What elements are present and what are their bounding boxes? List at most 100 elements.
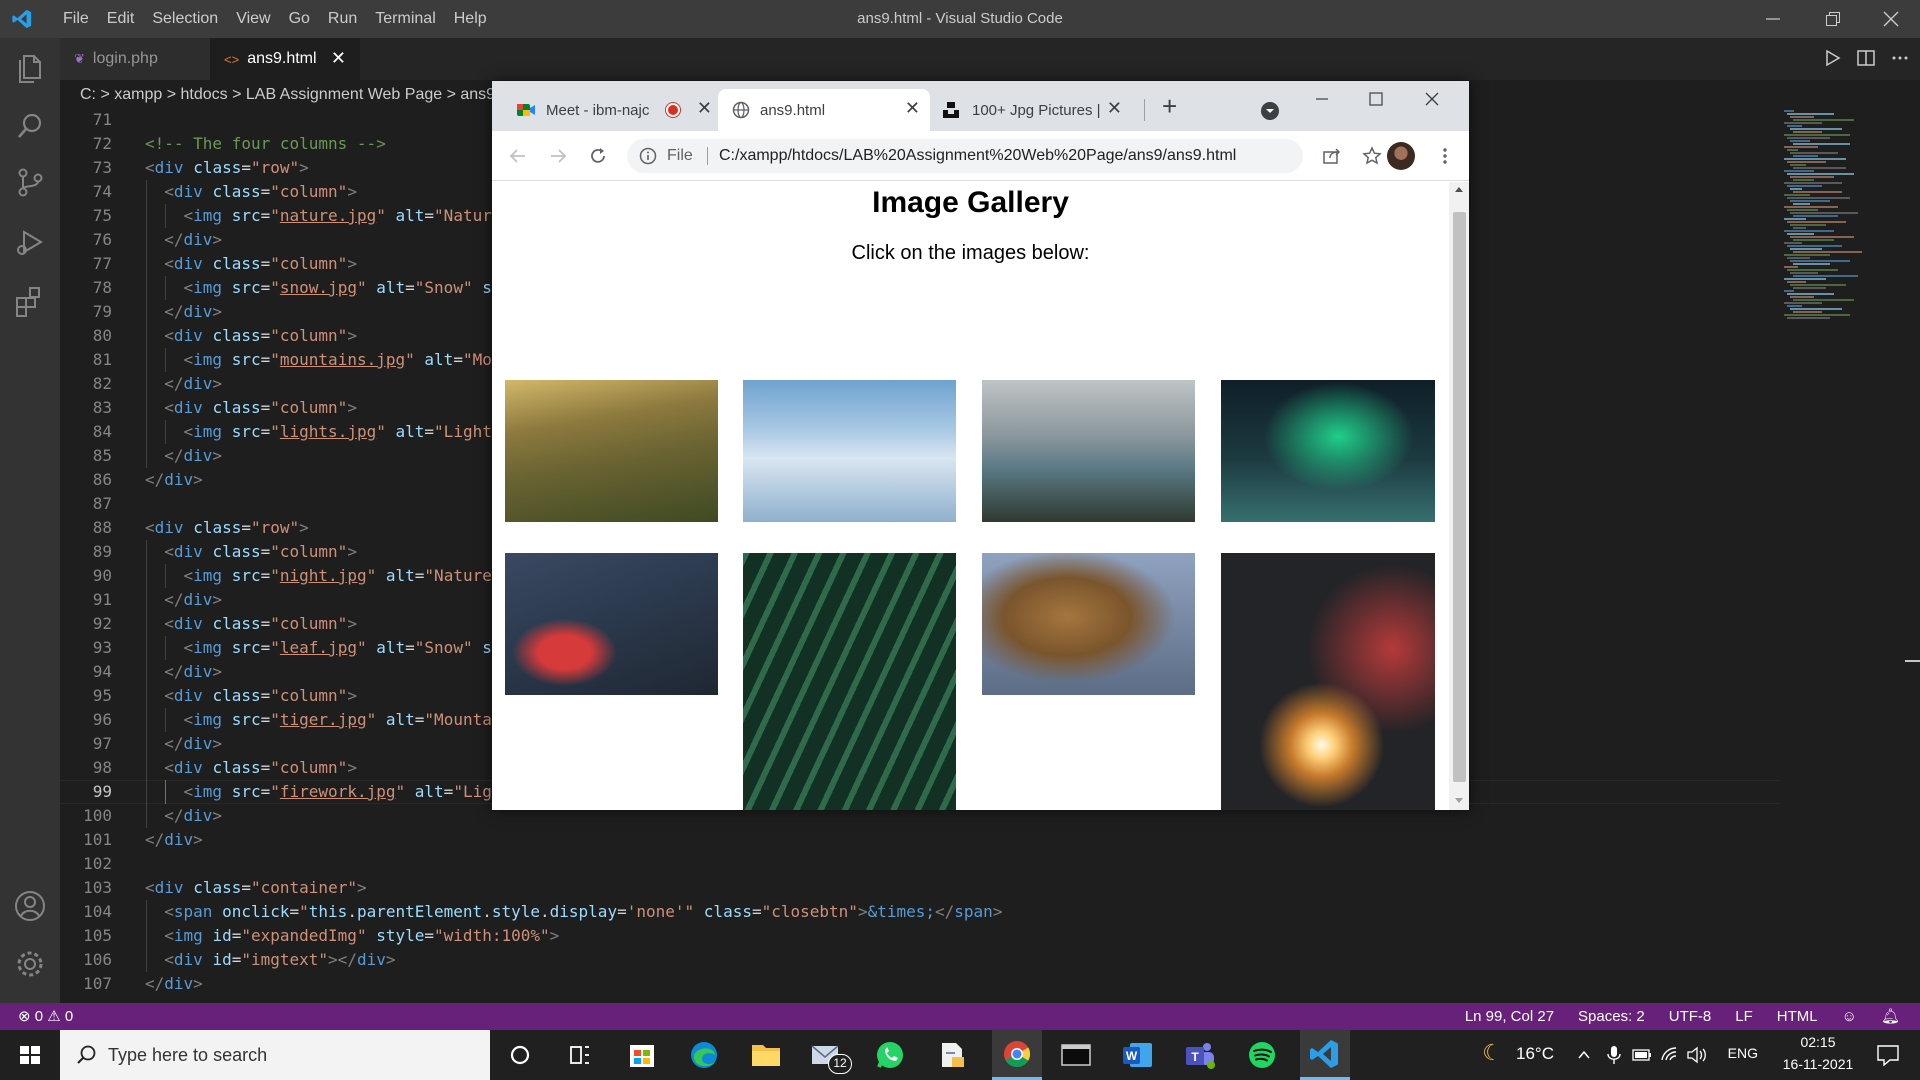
- code-line[interactable]: 104 <span onclick="this.parentElement.sty…: [60, 900, 1780, 924]
- clock-time[interactable]: 02:15: [1778, 1034, 1858, 1050]
- indentation[interactable]: Spaces: 2: [1578, 1003, 1645, 1030]
- teams-icon[interactable]: T: [1180, 1030, 1220, 1080]
- chrome-menu-icon[interactable]: [1435, 146, 1455, 166]
- weather-moon-icon[interactable]: ☾: [1482, 1040, 1502, 1066]
- spotify-icon[interactable]: [1242, 1030, 1282, 1080]
- windows-start-icon[interactable]: [0, 1030, 60, 1080]
- clock-date[interactable]: 16-11-2021: [1778, 1056, 1858, 1072]
- menu-go[interactable]: Go: [280, 0, 319, 38]
- edge-icon[interactable]: [684, 1030, 724, 1080]
- menu-help[interactable]: Help: [445, 0, 496, 38]
- code-line[interactable]: 107 </div>: [60, 972, 1780, 996]
- chrome-close-icon[interactable]: [1424, 91, 1440, 107]
- address-bar[interactable]: File C:/xampp/htdocs/LAB%20Assignment%20…: [627, 139, 1303, 173]
- file-app-icon[interactable]: [932, 1030, 972, 1080]
- temperature[interactable]: 16°C: [1516, 1044, 1554, 1064]
- chrome-minimize-icon[interactable]: [1314, 91, 1330, 107]
- menu-file[interactable]: File: [54, 0, 98, 38]
- scroll-up-icon[interactable]: [1449, 182, 1469, 196]
- notification-center-icon[interactable]: [1876, 1044, 1900, 1066]
- menu-selection[interactable]: Selection: [143, 0, 227, 38]
- gallery-image-firework[interactable]: [1221, 553, 1435, 810]
- code-line[interactable]: 103 <div class="container">: [60, 876, 1780, 900]
- wifi-icon[interactable]: [1660, 1046, 1680, 1064]
- volume-icon[interactable]: [1686, 1046, 1708, 1064]
- gallery-image-lights[interactable]: [1221, 380, 1435, 522]
- scrollbar-thumb[interactable]: [1453, 212, 1466, 782]
- terminal-icon[interactable]: [1056, 1030, 1096, 1080]
- menu-terminal[interactable]: Terminal: [366, 0, 444, 38]
- gallery-image-tiger[interactable]: [982, 553, 1195, 695]
- tab-search-icon[interactable]: [1260, 101, 1280, 121]
- tab-ans9-html[interactable]: <> ans9.html ✕: [210, 38, 360, 80]
- encoding[interactable]: UTF-8: [1669, 1003, 1712, 1030]
- gallery-image-leaf[interactable]: [743, 553, 956, 810]
- cursor-position[interactable]: Ln 99, Col 27: [1465, 1003, 1554, 1030]
- menu-edit[interactable]: Edit: [98, 0, 144, 38]
- gallery-image-night[interactable]: [505, 553, 718, 695]
- chrome-tab-meet[interactable]: Meet - ibm-najc ✕: [500, 89, 722, 131]
- settings-gear-icon[interactable]: [12, 946, 48, 982]
- taskbar-search-box[interactable]: Type here to search: [60, 1030, 490, 1080]
- word-icon[interactable]: W: [1118, 1030, 1158, 1080]
- page-scrollbar[interactable]: [1449, 182, 1469, 810]
- code-line[interactable]: 102: [60, 852, 1780, 876]
- gallery-image-nature[interactable]: [505, 380, 718, 522]
- bookmark-star-icon[interactable]: [1362, 146, 1382, 166]
- profile-avatar[interactable]: [1387, 142, 1415, 170]
- run-icon[interactable]: [1822, 48, 1842, 68]
- problems-indicator[interactable]: ⊗ 0 ⚠ 0: [18, 1003, 73, 1030]
- whatsapp-icon[interactable]: [870, 1030, 910, 1080]
- chrome-tab-close-icon[interactable]: ✕: [697, 98, 712, 119]
- reload-icon[interactable]: [588, 146, 608, 166]
- forward-arrow-icon[interactable]: [548, 146, 568, 166]
- gallery-image-snow[interactable]: [743, 380, 956, 522]
- tab-close-icon[interactable]: ✕: [331, 48, 346, 69]
- new-tab-plus-icon[interactable]: +: [1162, 91, 1177, 122]
- notifications-bell-icon[interactable]: 🔔︎: [1881, 1003, 1900, 1030]
- cortana-icon[interactable]: [500, 1030, 540, 1080]
- gallery-image-mountains[interactable]: [982, 380, 1195, 522]
- extensions-icon[interactable]: [12, 283, 48, 319]
- code-line[interactable]: 106 <div id="imgtext"></div>: [60, 948, 1780, 972]
- explorer-icon[interactable]: [12, 50, 48, 86]
- more-actions-icon[interactable]: [1890, 48, 1910, 68]
- mail-app[interactable]: 12: [806, 1030, 854, 1080]
- tab-login-php[interactable]: ❦ login.php: [60, 38, 210, 80]
- chrome-taskbar-app[interactable]: [992, 1030, 1042, 1080]
- restore-button[interactable]: [1810, 0, 1858, 38]
- chrome-tab-unsplash[interactable]: 100+ Jpg Pictures | [ ✕: [932, 89, 1132, 131]
- menu-run[interactable]: Run: [319, 0, 366, 38]
- minimap[interactable]: [1780, 110, 1905, 1003]
- language-mode[interactable]: HTML: [1777, 1003, 1818, 1030]
- code-line[interactable]: 105 <img id="expandedImg" style="width:10…: [60, 924, 1780, 948]
- search-icon[interactable]: [12, 108, 48, 144]
- scroll-down-icon[interactable]: [1449, 794, 1469, 808]
- accounts-icon[interactable]: [12, 888, 48, 924]
- microsoft-store-icon[interactable]: [622, 1030, 662, 1080]
- battery-icon[interactable]: [1632, 1048, 1652, 1062]
- source-control-icon[interactable]: [12, 164, 48, 200]
- microphone-icon[interactable]: [1606, 1045, 1622, 1065]
- task-view-icon[interactable]: [560, 1030, 600, 1080]
- line-ending[interactable]: LF: [1735, 1003, 1753, 1030]
- back-arrow-icon[interactable]: [508, 146, 528, 166]
- show-hidden-icons-chevron-icon[interactable]: [1576, 1047, 1592, 1063]
- minimap-line: [1787, 197, 1850, 199]
- minimize-button[interactable]: [1750, 0, 1798, 38]
- code-line[interactable]: 101 </div>: [60, 828, 1780, 852]
- file-explorer-icon[interactable]: [746, 1030, 786, 1080]
- feedback-icon[interactable]: ☺: [1842, 1003, 1857, 1030]
- close-window-button[interactable]: [1868, 0, 1916, 38]
- chrome-maximize-icon[interactable]: [1368, 91, 1384, 107]
- menu-view[interactable]: View: [227, 0, 279, 38]
- vscode-taskbar-app[interactable]: [1300, 1030, 1350, 1080]
- input-language[interactable]: ENG: [1728, 1045, 1758, 1061]
- chrome-tab-close-icon[interactable]: ✕: [1107, 98, 1122, 119]
- share-icon[interactable]: [1322, 146, 1342, 166]
- chrome-tab-ans9[interactable]: ans9.html ✕: [718, 89, 930, 131]
- split-editor-icon[interactable]: [1856, 48, 1876, 68]
- run-debug-icon[interactable]: [12, 224, 48, 260]
- code-token: div: [173, 686, 203, 705]
- chrome-tab-close-icon[interactable]: ✕: [905, 98, 920, 119]
